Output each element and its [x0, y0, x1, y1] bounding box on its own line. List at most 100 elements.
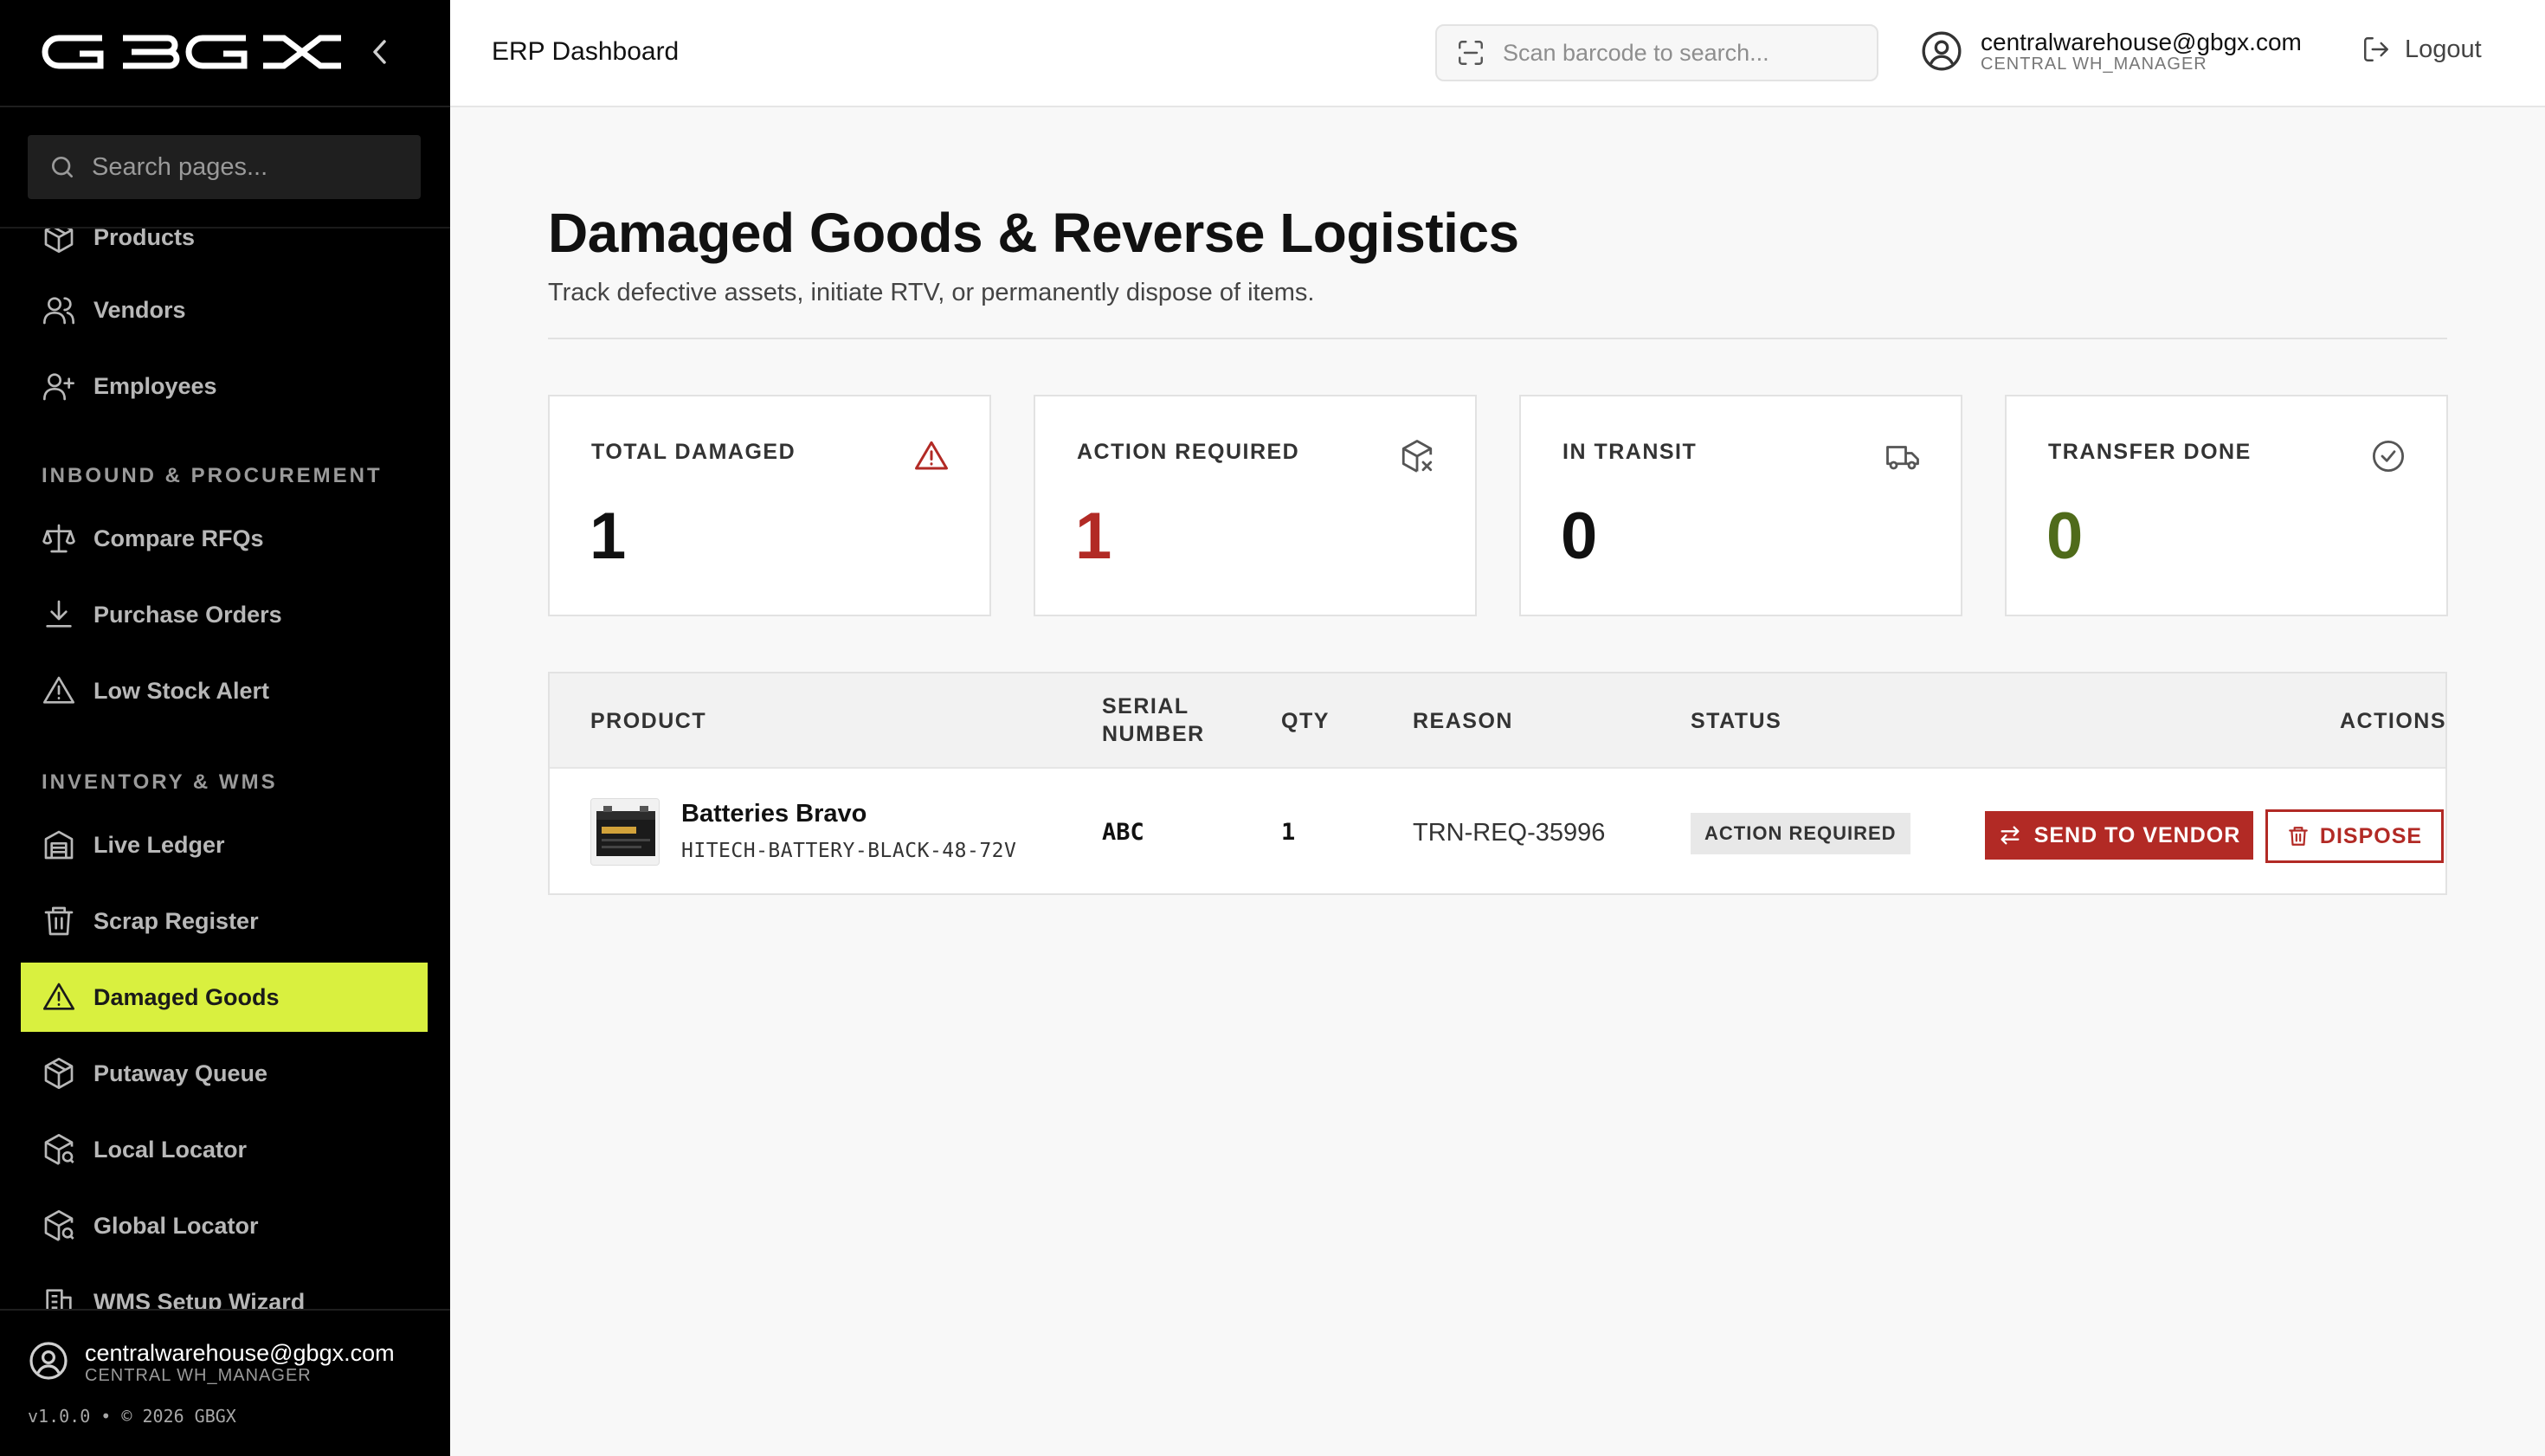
stat-label: TRANSFER DONE: [2048, 440, 2252, 464]
sidebar-item-label: Employees: [93, 372, 217, 399]
sidebar-item-label: WMS Setup Wizard: [93, 1288, 306, 1310]
sidebar-item-label: Global Locator: [93, 1212, 259, 1239]
sidebar-item-label: Vendors: [93, 296, 186, 323]
sidebar-item-label: Low Stock Alert: [93, 677, 270, 704]
stat-label: IN TRANSIT: [1562, 440, 1698, 464]
alert-triangle-icon: [915, 441, 948, 470]
column-header-status: STATUS: [1691, 709, 1782, 733]
table-header: PRODUCT SERIAL NUMBER QTY REASON STATUS …: [550, 673, 2445, 769]
user-circle-icon: [1922, 31, 1962, 71]
send-to-vendor-label: SEND TO VENDOR: [2033, 822, 2241, 847]
sidebar-item-low-stock-alert[interactable]: Low Stock Alert: [21, 656, 428, 725]
column-header-reason: REASON: [1413, 709, 1513, 733]
section-inventory-wms: INVENTORY & WMS: [42, 770, 278, 794]
sidebar-item-label: Putaway Queue: [93, 1060, 268, 1086]
barcode-search-input[interactable]: Scan barcode to search...: [1435, 24, 1878, 81]
column-header-serial-number: SERIAL NUMBER: [1102, 693, 1205, 748]
stat-label: ACTION REQUIRED: [1077, 440, 1300, 464]
serial-number: ABC: [1102, 819, 1144, 846]
alert-triangle-icon: [43, 676, 74, 704]
column-header-actions: ACTIONS: [2340, 709, 2446, 733]
logout-label: Logout: [2405, 35, 2482, 63]
product-sku: HITECH-BATTERY-BLACK-48-72V: [681, 840, 1017, 862]
column-header-serial-line1: SERIAL: [1102, 694, 1189, 718]
sidebar-item-employees[interactable]: Employees: [21, 351, 428, 421]
stat-value: 0: [1561, 499, 1598, 573]
page-subtitle: Track defective assets, initiate RTV, or…: [548, 279, 1315, 306]
sidebar-item-label: Local Locator: [93, 1136, 248, 1163]
sidebar-item-label: Products: [93, 227, 196, 250]
sidebar: Search pages... Products Vendors Employe…: [0, 0, 450, 1456]
sidebar-item-vendors[interactable]: Vendors: [21, 275, 428, 345]
package-x-icon: [1401, 440, 1433, 473]
gbgx-logo[interactable]: [42, 33, 350, 71]
divider: [548, 338, 2447, 339]
scan-icon: [1459, 41, 1483, 65]
check-circle-icon: [2372, 440, 2405, 473]
column-header-product: PRODUCT: [590, 709, 707, 733]
package-icon: [44, 1058, 74, 1089]
version-text: v1.0.0 • © 2026 GBGX: [28, 1406, 236, 1427]
damaged-goods-table: PRODUCT SERIAL NUMBER QTY REASON STATUS …: [548, 672, 2447, 895]
logout-icon: [2364, 37, 2388, 61]
sidebar-item-damaged-goods[interactable]: Damaged Goods: [21, 963, 428, 1032]
top-header: ERP Dashboard Scan barcode to search... …: [450, 0, 2545, 107]
sidebar-footer: centralwarehouse@gbgx.com CENTRAL WH_MAN…: [0, 1309, 450, 1456]
app-root: Search pages... Products Vendors Employe…: [0, 0, 2545, 1456]
package-search-icon: [44, 1134, 74, 1165]
sidebar-item-wms-setup-wizard[interactable]: WMS Setup Wizard: [21, 1267, 428, 1309]
package-search-icon: [44, 1210, 74, 1241]
sidebar-item-purchase-orders[interactable]: Purchase Orders: [21, 580, 428, 649]
sidebar-nav: Products Vendors Employees INBOUND & PRO…: [0, 227, 450, 1309]
search-icon: [52, 157, 73, 177]
header-title: ERP Dashboard: [492, 37, 680, 66]
sidebar-header: [0, 0, 450, 107]
swap-arrows-icon: [2001, 826, 2020, 845]
stat-card-total-damaged: TOTAL DAMAGED 1: [548, 395, 991, 616]
stat-card-transfer-done: TRANSFER DONE 0: [2005, 395, 2448, 616]
download-icon: [46, 600, 72, 628]
page-title: Damaged Goods & Reverse Logistics: [548, 202, 1519, 264]
product-thumbnail: [590, 798, 660, 866]
sidebar-search-input[interactable]: Search pages...: [28, 135, 421, 199]
stat-value: 1: [590, 499, 627, 573]
sidebar-item-live-ledger[interactable]: Live Ledger: [21, 810, 428, 879]
header-user-text: centralwarehouse@gbgx.com CENTRAL WH_MAN…: [1981, 29, 2302, 74]
warehouse-icon: [44, 830, 74, 860]
sidebar-item-putaway-queue[interactable]: Putaway Queue: [21, 1039, 428, 1108]
collapse-sidebar-icon[interactable]: [367, 36, 393, 68]
stat-card-in-transit: IN TRANSIT 0: [1519, 395, 1962, 616]
quantity: 1: [1281, 819, 1296, 846]
sidebar-item-local-locator[interactable]: Local Locator: [21, 1115, 428, 1184]
user-circle-icon: [29, 1342, 68, 1380]
sidebar-item-compare-rfqs[interactable]: Compare RFQs: [21, 504, 428, 573]
dispose-button[interactable]: DISPOSE: [2265, 809, 2444, 863]
sidebar-item-label: Purchase Orders: [93, 601, 282, 628]
sidebar-item-global-locator[interactable]: Global Locator: [21, 1191, 428, 1260]
truck-icon: [1886, 446, 1919, 470]
sidebar-item-label: Live Ledger: [93, 831, 225, 858]
header-user-email: centralwarehouse@gbgx.com: [1981, 29, 2302, 55]
section-inbound-procurement: INBOUND & PROCUREMENT: [42, 464, 383, 487]
users-icon: [43, 297, 74, 325]
logout-button[interactable]: Logout: [2361, 35, 2482, 64]
column-header-qty: QTY: [1281, 709, 1330, 733]
dispose-label: DISPOSE: [2319, 823, 2423, 848]
stat-card-action-required: ACTION REQUIRED 1: [1034, 395, 1477, 616]
sidebar-user[interactable]: centralwarehouse@gbgx.com CENTRAL WH_MAN…: [28, 1340, 395, 1385]
product-name: Batteries Bravo: [681, 800, 867, 828]
sidebar-user-email: centralwarehouse@gbgx.com: [85, 1340, 395, 1366]
sidebar-item-products[interactable]: Products: [21, 227, 428, 272]
stat-value: 1: [1075, 499, 1112, 573]
scale-icon: [42, 524, 75, 553]
trash-icon: [2289, 827, 2308, 846]
building-icon: [46, 1289, 72, 1309]
sidebar-item-scrap-register[interactable]: Scrap Register: [21, 886, 428, 956]
send-to-vendor-button[interactable]: SEND TO VENDOR: [1985, 811, 2253, 860]
header-user[interactable]: centralwarehouse@gbgx.com CENTRAL WH_MAN…: [1920, 29, 2302, 73]
user-plus-icon: [43, 373, 74, 401]
sidebar-user-text: centralwarehouse@gbgx.com CENTRAL WH_MAN…: [85, 1340, 395, 1385]
sidebar-search-placeholder: Search pages...: [92, 152, 268, 181]
sidebar-item-label: Damaged Goods: [93, 983, 280, 1010]
barcode-search-placeholder: Scan barcode to search...: [1503, 39, 1769, 66]
